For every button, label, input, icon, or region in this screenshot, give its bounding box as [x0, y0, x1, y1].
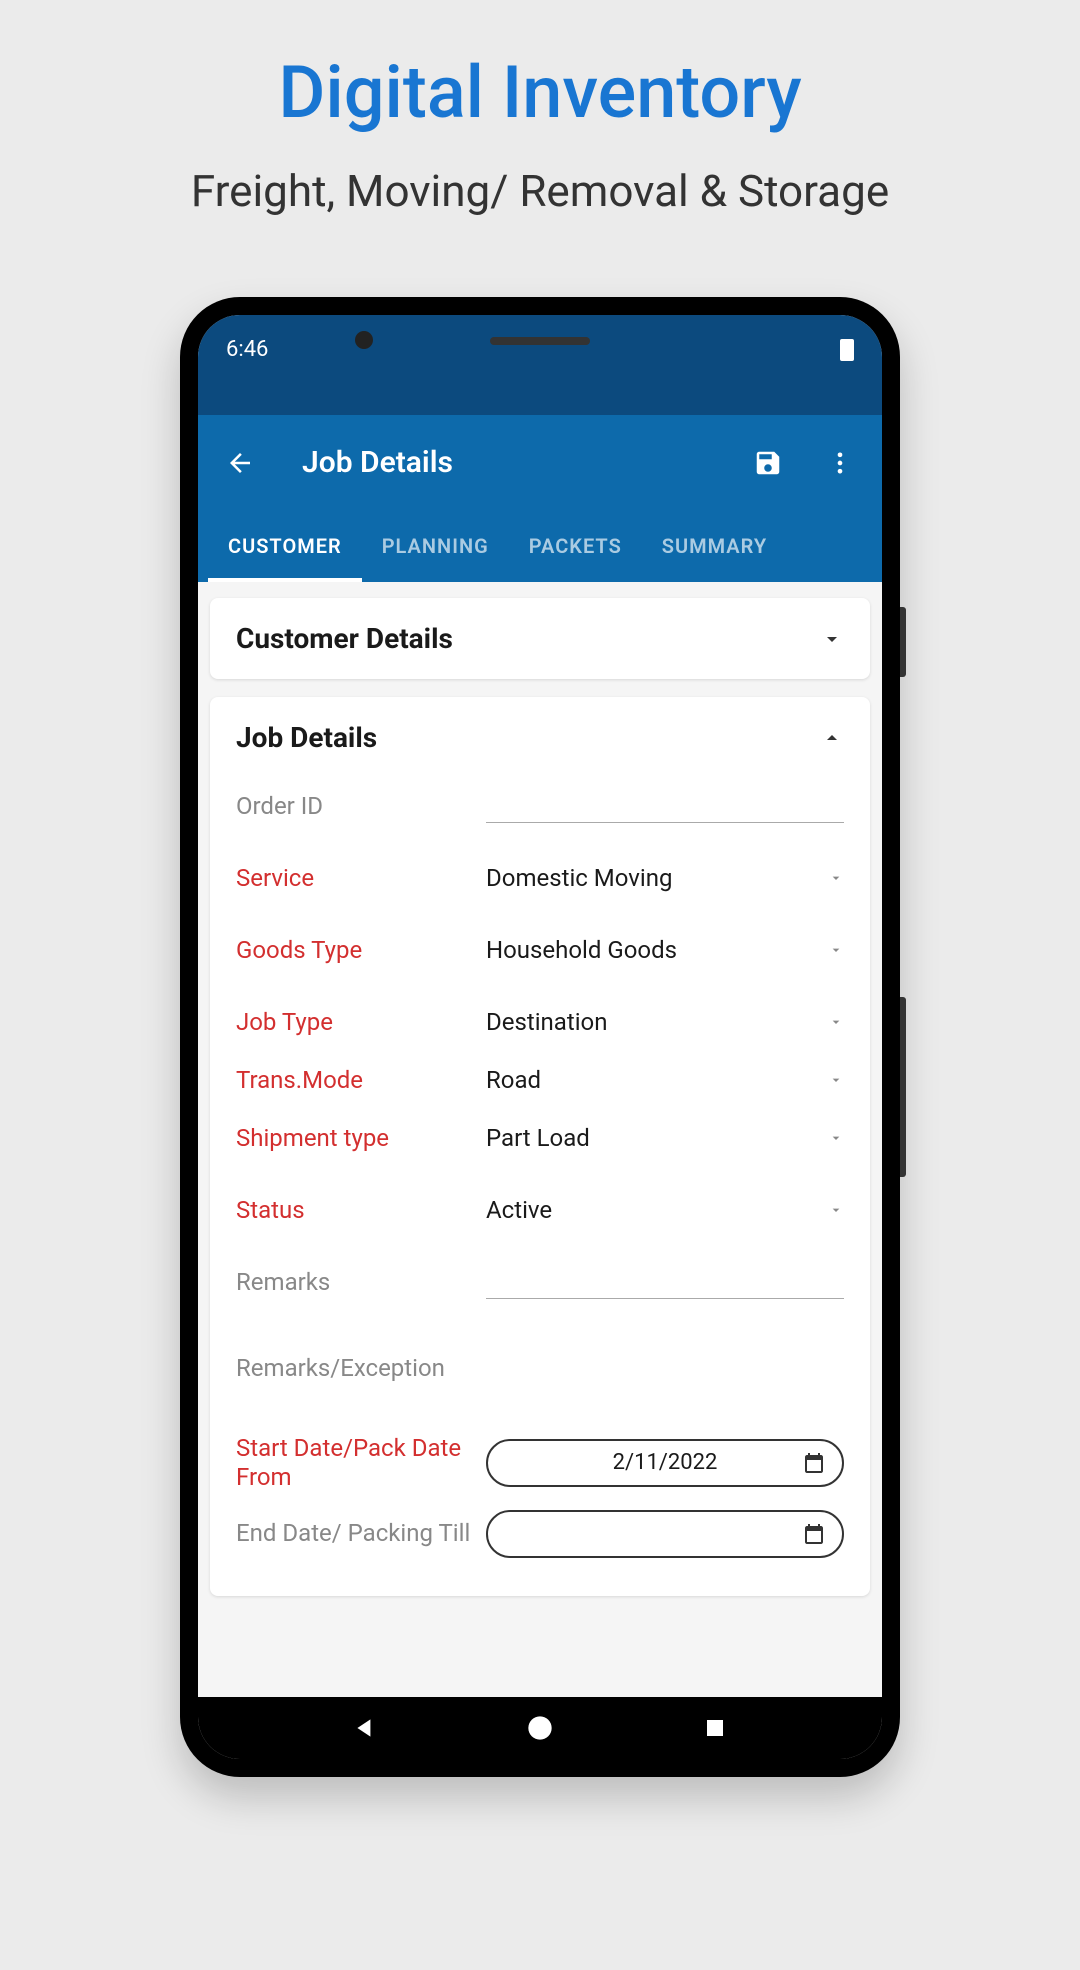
more-vert-icon	[826, 449, 854, 477]
app-bar: Job Details	[198, 415, 882, 510]
nav-back-button[interactable]	[349, 1712, 381, 1744]
tab-packets[interactable]: PACKETS	[509, 510, 642, 582]
save-button[interactable]	[750, 445, 786, 481]
tab-customer[interactable]: CUSTOMER	[208, 510, 362, 582]
tab-summary[interactable]: SUMMARY	[642, 510, 787, 582]
chevron-down-icon	[828, 1072, 844, 1088]
chevron-down-icon	[828, 1130, 844, 1146]
shipment-type-label: Shipment type	[236, 1124, 486, 1152]
more-button[interactable]	[822, 445, 858, 481]
status-select[interactable]: Active	[486, 1196, 844, 1224]
calendar-icon	[802, 1522, 826, 1546]
job-type-value: Destination	[486, 1008, 608, 1036]
start-date-value: 2/11/2022	[613, 1450, 718, 1475]
end-date-label: End Date/ Packing Till	[236, 1519, 486, 1548]
remarks-input[interactable]	[486, 1265, 844, 1299]
customer-details-card: Customer Details	[210, 598, 870, 679]
calendar-icon	[802, 1451, 826, 1475]
customer-details-header[interactable]: Customer Details	[210, 598, 870, 679]
android-nav-bar	[198, 1697, 882, 1759]
status-label: Status	[236, 1196, 486, 1224]
chevron-down-icon	[828, 870, 844, 886]
job-type-select[interactable]: Destination	[486, 1008, 844, 1036]
shipment-type-value: Part Load	[486, 1124, 590, 1152]
goods-type-value: Household Goods	[486, 936, 677, 964]
job-details-title: Job Details	[236, 721, 377, 754]
chevron-down-icon	[828, 1014, 844, 1030]
customer-details-title: Customer Details	[236, 622, 453, 655]
trans-mode-label: Trans.Mode	[236, 1066, 486, 1094]
service-label: Service	[236, 864, 486, 892]
service-value: Domestic Moving	[486, 864, 672, 892]
goods-type-label: Goods Type	[236, 936, 486, 964]
tab-planning[interactable]: PLANNING	[362, 510, 509, 582]
start-date-input[interactable]: 2/11/2022	[486, 1439, 844, 1487]
nav-recents-button[interactable]	[699, 1712, 731, 1744]
back-button[interactable]	[222, 445, 258, 481]
page-subtitle: Freight, Moving/ Removal & Storage	[0, 165, 1080, 217]
job-details-card: Job Details Order ID Service Domestic Mo…	[210, 697, 870, 1596]
service-select[interactable]: Domestic Moving	[486, 864, 844, 892]
job-type-label: Job Type	[236, 1008, 486, 1036]
chevron-down-icon	[828, 1202, 844, 1218]
square-recents-icon	[703, 1716, 727, 1740]
content: Customer Details Job Details Order ID	[198, 582, 882, 1697]
start-date-label: Start Date/Pack Date From	[236, 1434, 486, 1492]
status-bar: 6:46	[198, 315, 882, 415]
order-id-input[interactable]	[486, 789, 844, 823]
chevron-down-icon	[828, 942, 844, 958]
circle-home-icon	[526, 1714, 554, 1742]
chevron-down-icon	[820, 627, 844, 651]
goods-type-select[interactable]: Household Goods	[486, 936, 844, 964]
job-details-header[interactable]: Job Details	[210, 697, 870, 778]
phone-frame: 6:46 Job Details CUSTOMER PLANNING PACKE…	[180, 297, 900, 1777]
arrow-back-icon	[225, 448, 255, 478]
triangle-back-icon	[352, 1715, 378, 1741]
order-id-label: Order ID	[236, 792, 486, 820]
status-time: 6:46	[226, 337, 268, 362]
remarks-label: Remarks	[236, 1268, 486, 1296]
end-date-input[interactable]	[486, 1510, 844, 1558]
status-value: Active	[486, 1196, 552, 1224]
shipment-type-select[interactable]: Part Load	[486, 1124, 844, 1152]
trans-mode-value: Road	[486, 1066, 541, 1094]
page-title: Digital Inventory	[0, 50, 1080, 135]
app-bar-title: Job Details	[302, 445, 750, 480]
save-icon	[753, 448, 783, 478]
nav-home-button[interactable]	[524, 1712, 556, 1744]
chevron-up-icon	[820, 726, 844, 750]
tabs: CUSTOMER PLANNING PACKETS SUMMARY	[198, 510, 882, 582]
remarks-exception-label: Remarks/Exception	[236, 1354, 486, 1382]
trans-mode-select[interactable]: Road	[486, 1066, 844, 1094]
battery-icon	[840, 339, 854, 361]
